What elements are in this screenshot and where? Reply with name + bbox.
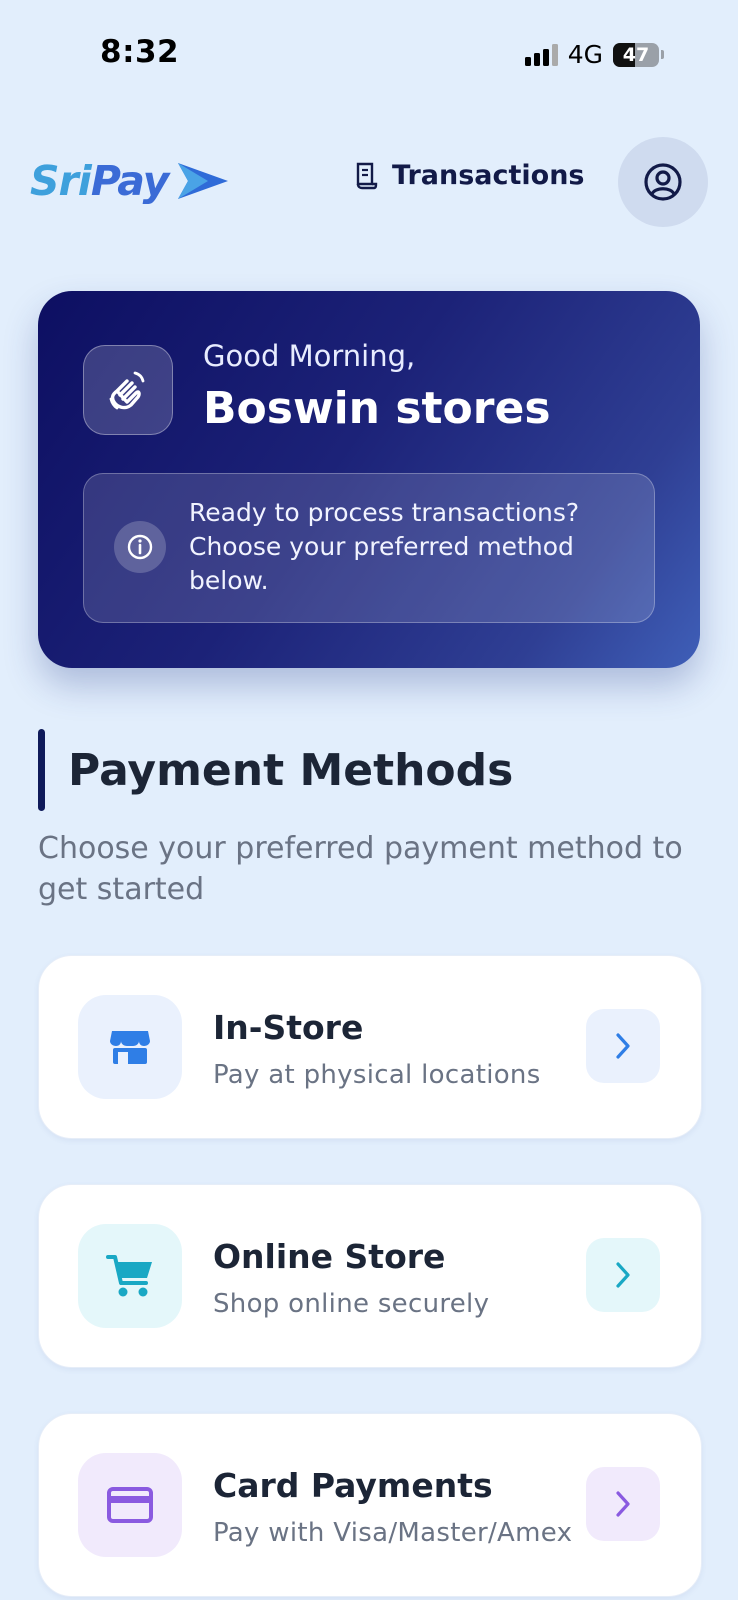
profile-button[interactable] — [618, 137, 708, 227]
section-accent-bar — [38, 729, 45, 811]
logo-arrow-icon — [178, 163, 229, 199]
chevron-right-icon[interactable] — [586, 1238, 660, 1312]
receipt-icon — [356, 162, 378, 189]
info-banner: Ready to process transactions? Choose yo… — [83, 473, 655, 623]
payment-method-card-payments[interactable]: Card Payments Pay with Visa/Master/Amex — [38, 1413, 702, 1597]
info-text: Ready to process transactions? Choose yo… — [189, 498, 580, 595]
section-description: Choose your preferred payment method to … — [38, 831, 683, 907]
status-time: 8:32 — [100, 34, 180, 70]
user-circle-icon — [644, 163, 682, 201]
network-type: 4G — [567, 40, 603, 69]
sripay-logo[interactable]: SriPay — [30, 157, 230, 205]
payment-method-online-store[interactable]: Online Store Shop online securely — [38, 1184, 702, 1368]
info-icon — [114, 521, 166, 573]
battery-level: 47 — [622, 43, 650, 66]
cart-icon — [78, 1224, 182, 1328]
wave-icon-box — [83, 345, 173, 435]
credit-card-icon — [78, 1453, 182, 1557]
payment-method-title: In-Store — [213, 1008, 364, 1047]
store-name: Boswin stores — [203, 383, 551, 434]
payment-method-title: Card Payments — [213, 1466, 493, 1505]
waving-hand-icon — [109, 371, 145, 410]
battery-tip — [661, 50, 664, 59]
payment-method-title: Online Store — [213, 1237, 446, 1276]
payment-method-subtitle: Pay at physical locations — [213, 1060, 541, 1090]
store-icon — [78, 995, 182, 1099]
section-title: Payment Methods — [68, 745, 514, 796]
greeting-salutation: Good Morning, — [203, 339, 416, 373]
battery-icon: 47 — [613, 42, 659, 67]
payment-method-in-store[interactable]: In-Store Pay at physical locations — [38, 955, 702, 1139]
payment-method-subtitle: Pay with Visa/Master/Amex — [213, 1518, 573, 1548]
payment-method-subtitle: Shop online securely — [213, 1289, 490, 1319]
greeting-card: Good Morning, Boswin stores Ready to pro… — [38, 291, 700, 668]
status-indicators: 4G 47 — [524, 40, 664, 69]
transactions-label: Transactions — [392, 160, 585, 191]
chevron-right-icon[interactable] — [586, 1467, 660, 1541]
signal-icon — [524, 43, 558, 66]
chevron-right-icon[interactable] — [586, 1009, 660, 1083]
logo-text: SriPay — [30, 157, 169, 205]
transactions-link[interactable]: Transactions — [354, 160, 585, 191]
